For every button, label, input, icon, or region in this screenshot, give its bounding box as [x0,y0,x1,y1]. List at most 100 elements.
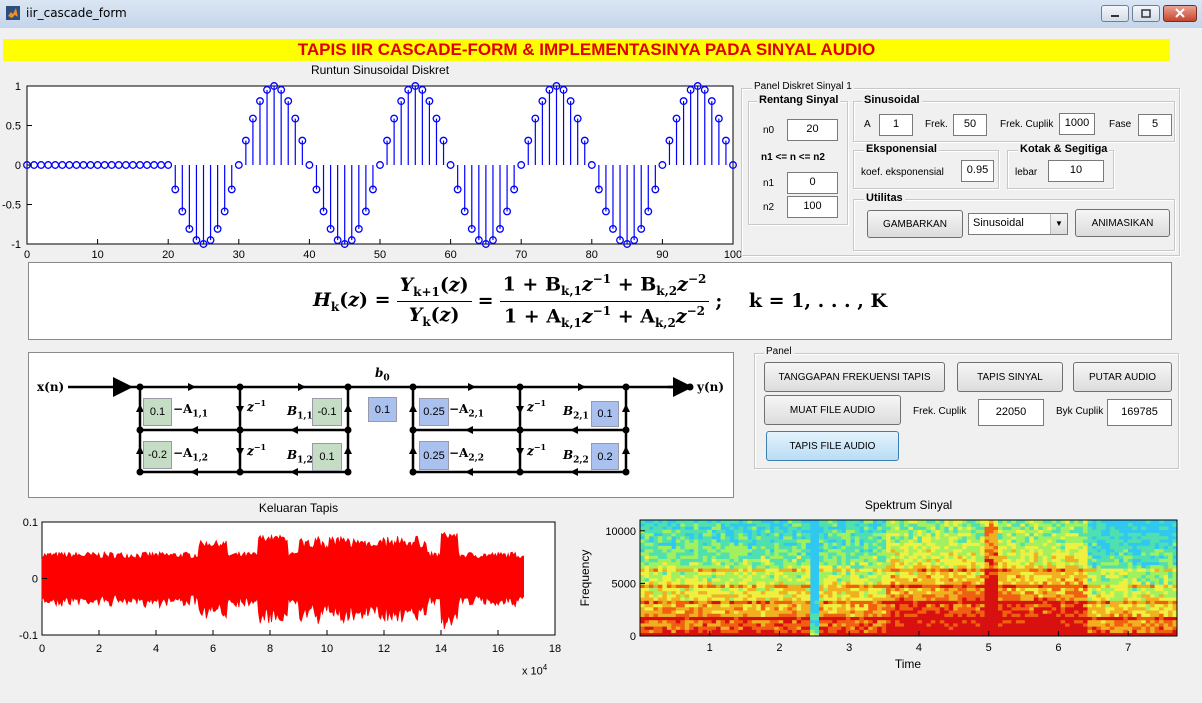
spectrogram-cell [680,584,686,588]
frek-input[interactable]: 50 [953,114,987,136]
spectrogram-cell [980,571,985,576]
spectrogram-cell [648,619,654,624]
muat-file-audio-button[interactable]: MUAT FILE AUDIO [764,395,901,425]
spectrogram-cell [1154,532,1160,537]
coef-a22-input[interactable]: 0.25 [419,441,449,470]
spectrogram-cell [760,565,766,569]
spectrogram-cell [832,610,838,614]
tanggapan-frekuensi-button[interactable]: TANGGAPAN FREKUENSI TAPIS [764,362,945,392]
spectrogram-cell [738,568,744,572]
spectrogram-cell [707,561,712,566]
spectrogram-cell [904,561,909,566]
coef-b12-input[interactable]: 0.1 [312,443,342,471]
putar-audio-button[interactable]: PUTAR AUDIO [1073,362,1172,392]
spectrogram-cell [733,616,739,621]
spectrogram-cell [742,623,748,627]
spectrogram-cell [657,594,663,598]
byk-cuplik-value[interactable]: 169785 [1107,399,1172,426]
spectrogram-cell [899,629,905,634]
spectrogram-cell [980,526,985,530]
spectrogram-cell [729,526,735,530]
spectrogram-cell [657,561,663,566]
spectrogram-cell [1141,616,1146,621]
spectrogram-cell [984,539,990,543]
spectrogram-cell [1011,613,1017,617]
n2-input[interactable]: 100 [787,196,838,218]
spectrogram-cell [1074,626,1079,630]
coef-a11-input[interactable]: 0.1 [143,398,172,426]
spectrogram-cell [881,597,887,601]
fase-input[interactable]: 5 [1138,114,1172,136]
spectrogram-cell [953,552,959,556]
spectrogram-cell [939,549,945,553]
spectrogram-cell [716,600,721,605]
coef-b11-input[interactable]: -0.1 [312,398,342,426]
spectrogram-cell [953,529,959,534]
spectrogram-cell [1033,565,1039,569]
spectrogram-cell [989,603,994,608]
tapis-file-audio-button[interactable]: TAPIS FILE AUDIO [766,431,899,461]
coef-b0-input[interactable]: 0.1 [368,397,397,422]
minimize-button[interactable] [1101,5,1129,22]
spectrogram-cell [1029,590,1035,595]
frek-cuplik-input[interactable]: 1000 [1059,113,1095,135]
spectrogram-cell [912,597,918,601]
spectrogram-cell [841,565,847,569]
spectrogram-cell [841,568,847,572]
spectrogram-cell [653,549,659,553]
lebar-input[interactable]: 10 [1048,160,1104,182]
a-input[interactable]: 1 [879,114,913,136]
animasikan-button[interactable]: ANIMASIKAN [1075,209,1170,237]
spectrogram-cell [671,626,677,630]
spectrogram-cell [975,581,981,585]
zinv-2-2-exp: −1 [533,442,547,452]
tapis-sinyal-button[interactable]: TAPIS SINYAL [957,362,1063,392]
spectrogram-cell [738,539,744,543]
n1-input[interactable]: 0 [787,172,838,194]
coef-b21-input[interactable]: 0.1 [591,401,619,427]
spectrogram-cell [711,607,717,611]
spectrogram-cell [845,539,851,543]
spectrogram-cell [854,603,860,608]
spectrogram-cell [1065,619,1070,624]
spectrogram-cell [836,532,842,537]
coef-a21-input[interactable]: 0.25 [419,398,449,426]
gambarkan-button[interactable]: GAMBARKAN [867,210,963,238]
signal-type-select[interactable]: Sinusoidal ▼ [968,213,1068,235]
coef-b22-input[interactable]: 0.2 [591,443,619,470]
spectrogram-cell [859,594,865,598]
spectrogram-cell [998,536,1003,540]
spectrogram-cell [912,555,918,559]
spectrogram-cell [989,552,994,556]
spectrogram-cell [756,619,762,624]
spectrogram-cell [948,552,954,556]
spectrogram-cell [1087,565,1093,569]
spectrogram-cell [774,607,780,611]
spectrogram-cell [760,581,766,585]
spectrogram-cell [644,581,650,585]
close-button[interactable] [1163,5,1197,22]
frek-cuplik-audio-value[interactable]: 22050 [978,399,1044,426]
spectrogram-cell [801,590,806,595]
spectrogram-plot: 1000050000 1234567 Time Frequency [578,519,1178,671]
spectrogram-cell [1123,581,1129,585]
n0-input[interactable]: 20 [787,119,838,141]
spectrogram-cell [953,603,959,608]
spectrogram-cell [1159,558,1164,563]
koef-eksponensial-input[interactable]: 0.95 [961,160,994,182]
spectrogram-cell [1083,536,1088,540]
coef-a12-input[interactable]: -0.2 [143,441,172,469]
spectrogram-cell [1069,590,1075,595]
spectrogram-cell [725,616,730,621]
spectrogram-cell [769,571,775,576]
spectrogram-cell [1051,584,1057,588]
spectrogram-cell [854,539,860,543]
spectrogram-cell [984,623,990,627]
spectrogram-cell [886,603,891,608]
spectrogram-cell [881,555,887,559]
spectrogram-cell [886,590,891,595]
spectrogram-cell [845,523,851,527]
maximize-button[interactable] [1132,5,1160,22]
spectrogram-cell [908,584,914,588]
spectrogram-cell [957,613,963,617]
